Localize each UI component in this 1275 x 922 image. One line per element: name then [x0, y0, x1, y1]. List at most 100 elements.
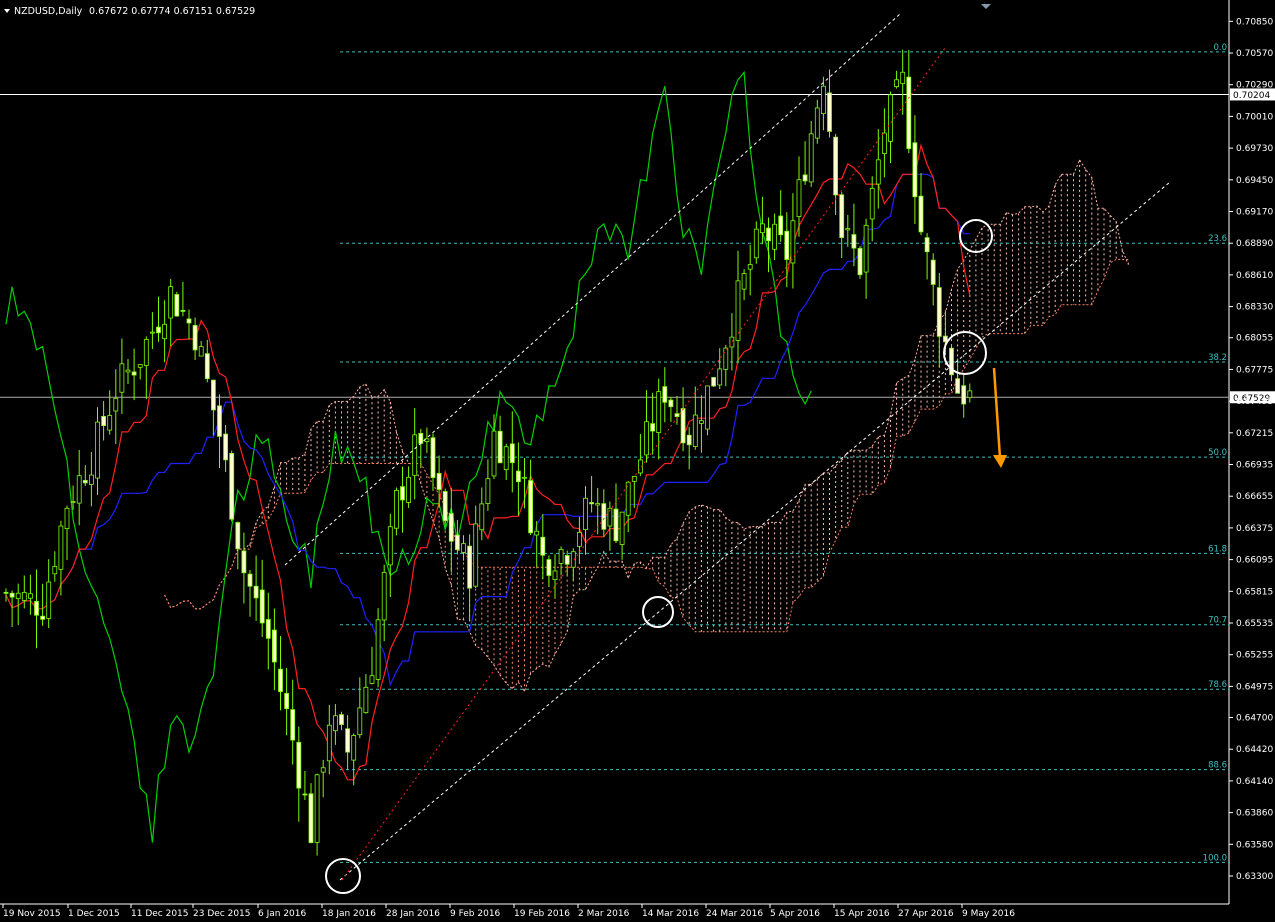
- candle-body: [278, 668, 283, 692]
- candle-body: [888, 94, 893, 142]
- fib-level-label: 23.6: [1208, 234, 1227, 244]
- fib-level-label: 70.7: [1208, 616, 1227, 626]
- candle-body: [198, 346, 204, 357]
- candle-body: [534, 530, 540, 536]
- candle-body: [778, 215, 784, 236]
- candle-body: [436, 473, 442, 490]
- candle-body: [162, 323, 168, 340]
- candle-body: [3, 591, 9, 594]
- shift-marker-icon[interactable]: [981, 4, 991, 9]
- candle-body: [509, 443, 515, 464]
- candle-body: [314, 774, 320, 843]
- candle-body: [210, 379, 216, 411]
- price-tick-label: 0.68055: [1236, 334, 1273, 344]
- candle-body: [351, 735, 357, 761]
- candle-body: [827, 92, 832, 132]
- candle-body: [113, 397, 119, 412]
- chart: 0.0 23.6 38.2 50.0 61.8 70.7 78.6 88.6 100.0 0.7…: [0, 0, 1275, 919]
- candle-body: [479, 503, 485, 531]
- candle-body: [107, 415, 113, 431]
- time-tick-label: 1 Dec 2015: [68, 909, 120, 919]
- price-axis: 0.70850 0.70570 0.70290 0.70010 0.69730 0.694…: [1229, 17, 1273, 882]
- candle-body: [595, 503, 601, 506]
- candle-body: [644, 421, 649, 456]
- chart-menu-triangle-icon[interactable]: [4, 9, 10, 13]
- time-tick-label: 9 May 2016: [962, 909, 1015, 919]
- candle-body: [302, 793, 308, 796]
- candle-body: [95, 421, 100, 479]
- annotations: [284, 13, 1171, 894]
- candle-body: [467, 545, 473, 589]
- candle-body: [863, 224, 869, 273]
- orange-arrow-head: [993, 455, 1007, 468]
- candle-body: [326, 724, 332, 762]
- price-tick-label: 0.70010: [1236, 112, 1273, 122]
- candle-body: [839, 194, 845, 238]
- candle-body: [833, 136, 838, 196]
- candle-body: [27, 593, 33, 599]
- candle-body: [699, 420, 704, 424]
- candle-body: [223, 433, 229, 461]
- fib-level-label: 88.6: [1208, 761, 1227, 771]
- candle-body: [717, 368, 723, 386]
- candle-body: [692, 414, 698, 447]
- candle-body: [485, 478, 491, 504]
- candle-body: [34, 600, 39, 616]
- candle-body: [204, 353, 210, 380]
- candle-body: [381, 572, 387, 621]
- candle-body: [851, 234, 857, 249]
- time-tick-label: 19 Feb 2016: [514, 909, 570, 919]
- candle-body: [497, 430, 503, 464]
- candle-body: [491, 430, 497, 477]
- candle-body: [363, 686, 369, 714]
- candle-body: [924, 237, 930, 253]
- candle-body: [131, 371, 137, 376]
- channel-lower-line: [339, 181, 1171, 881]
- candle-body: [680, 408, 686, 444]
- price-tick-label: 0.70290: [1236, 81, 1273, 91]
- time-tick-label: 23 Dec 2015: [193, 909, 251, 919]
- candle-body: [729, 336, 735, 348]
- price-tick-label: 0.66935: [1236, 461, 1273, 471]
- candle-body: [284, 693, 290, 710]
- candle-body: [650, 423, 655, 432]
- price-tick-label: 0.69450: [1236, 176, 1273, 186]
- highlight-circle: [325, 858, 361, 894]
- candle-body: [70, 501, 76, 503]
- candle-body: [814, 107, 820, 139]
- candle-body: [82, 479, 88, 484]
- candle-body: [89, 474, 94, 485]
- candle-body: [912, 142, 918, 198]
- candle-body: [461, 543, 466, 553]
- price-tick-label: 0.65815: [1236, 587, 1273, 597]
- candle-body: [101, 415, 106, 427]
- candle-body: [735, 280, 741, 341]
- fib-level-label: 38.2: [1208, 353, 1227, 363]
- candle-body: [265, 619, 271, 639]
- time-tick-label: 6 Jan 2016: [258, 909, 306, 919]
- candle-body: [442, 491, 448, 522]
- candle-body: [369, 675, 375, 684]
- candle-body: [906, 76, 912, 150]
- fibonacci-levels: 0.0 23.6 38.2 50.0 61.8 70.7 78.6 88.6 100.0: [340, 43, 1229, 863]
- candle-body: [137, 364, 143, 368]
- time-tick-label: 28 Jan 2016: [386, 909, 440, 919]
- price-tick-label: 0.63580: [1236, 840, 1273, 850]
- candle-body: [503, 446, 509, 471]
- price-tick-label: 0.70570: [1236, 49, 1273, 59]
- candle-body: [308, 793, 314, 844]
- candle-body: [589, 502, 594, 505]
- candle-body: [577, 532, 582, 547]
- candle-body: [253, 585, 259, 599]
- candle-body: [796, 179, 802, 217]
- price-tick-label: 0.68610: [1236, 271, 1273, 281]
- candle-body: [296, 741, 302, 789]
- candle-body: [229, 453, 235, 520]
- fib-level-label: 100.0: [1203, 853, 1227, 863]
- candle-body: [558, 549, 564, 564]
- candle-body: [64, 507, 70, 529]
- candle-body: [9, 592, 15, 598]
- highlight-circle: [959, 219, 993, 253]
- price-tick-label: 0.68890: [1236, 239, 1273, 249]
- price-tick-label: 0.66375: [1236, 524, 1273, 534]
